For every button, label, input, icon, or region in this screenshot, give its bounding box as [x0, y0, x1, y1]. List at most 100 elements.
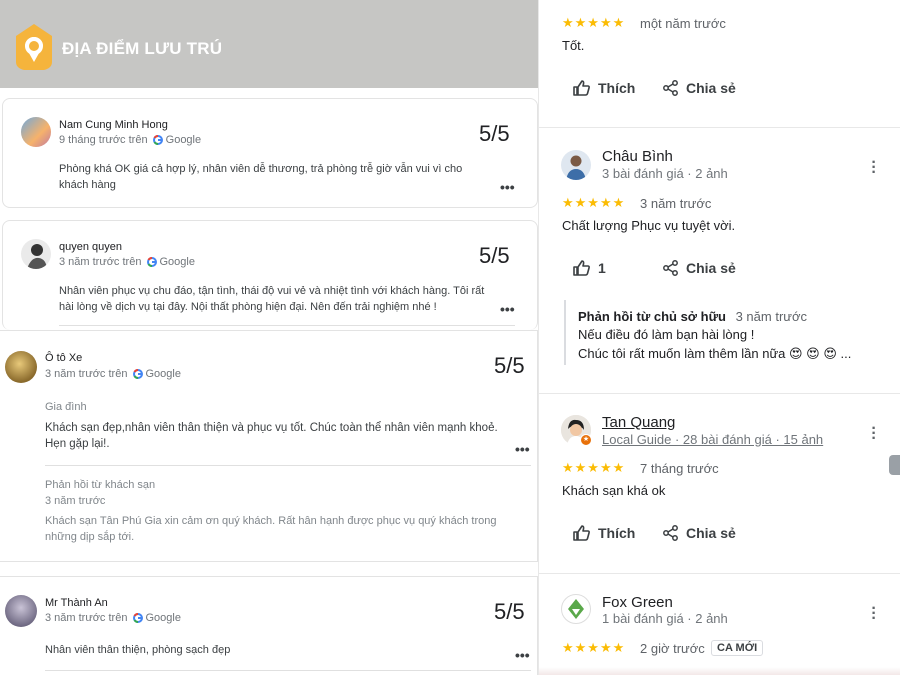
star-rating: ★★★★★ [562, 195, 626, 210]
like-button[interactable]: Thích [573, 525, 635, 541]
review-card: Nam Cung Minh Hong 9 tháng trước trên Go… [2, 98, 538, 208]
review-text: Nhân viên thân thiện, phòng sạch đẹp [45, 644, 231, 656]
review-meta: 3 năm trước trên Google [45, 368, 181, 380]
owner-reply-text: Nếu điều đó làm bạn hài lòng ! [578, 327, 755, 342]
header-bar: ĐỊA ĐIỂM LƯU TRÚ [0, 0, 538, 88]
reviewer-name[interactable]: Tan Quang [602, 414, 675, 431]
reviewer-name[interactable]: Châu Bình [602, 148, 673, 165]
more-options-icon[interactable]: · · · [871, 421, 877, 447]
review-separator [539, 573, 900, 574]
review-text: Khách sạn khá ok [562, 483, 666, 498]
review-text: Khách sạn đẹp,nhân viên thân thiện và ph… [45, 422, 498, 450]
avatar[interactable] [561, 594, 591, 624]
star-rating: ★★★★★ [562, 640, 626, 655]
share-icon [663, 260, 678, 276]
review-score: 5/5 [494, 599, 525, 624]
avatar[interactable] [561, 150, 591, 180]
like-button[interactable]: Thích [573, 80, 635, 96]
review-card: Mr Thành An 3 năm trước trên Google 5/5 … [0, 576, 538, 675]
review-text: Phòng khá OK giá cả hợp lý, nhân viên dễ… [59, 163, 463, 191]
like-label: Thích [598, 525, 636, 541]
google-icon [146, 257, 157, 267]
local-guide-badge-icon: ★ [580, 434, 592, 446]
owner-reply-label: Phản hồi từ khách sạn [45, 479, 156, 491]
share-button[interactable]: Chia sẻ [663, 260, 736, 276]
owner-reply-label: Phản hồi từ chủ sở hữu [578, 309, 726, 324]
review-time: 3 năm trước [640, 196, 712, 211]
card-divider [45, 465, 531, 466]
review-time: 9 tháng trước trên [59, 134, 148, 146]
more-options-icon[interactable]: · · · [871, 155, 877, 181]
star-rating: ★★★★★ [562, 15, 626, 30]
share-label: Chia sẻ [686, 80, 736, 96]
review-meta: 3 năm trước trên Google [59, 256, 195, 268]
review-time: 2 giờ trước [640, 641, 705, 656]
review-time: 3 năm trước trên [45, 368, 128, 380]
like-count: 1 [598, 260, 606, 276]
star-rating: ★★★★★ [562, 460, 626, 475]
review-card: quyen quyen 3 năm trước trên Google 5/5 … [2, 220, 538, 330]
more-options-button[interactable]: ••• [500, 179, 515, 195]
review-source: Google [159, 256, 195, 268]
page-title: ĐỊA ĐIỂM LƯU TRÚ [62, 39, 223, 58]
card-divider [45, 670, 531, 671]
owner-reply-text: Chúc tôi rất muốn làm thêm lần nữa 😍 😍 😍… [578, 346, 852, 361]
like-button[interactable]: 1 [573, 260, 606, 276]
thumbs-up-icon [573, 525, 590, 541]
reviewer-name[interactable]: Mr Thành An [45, 597, 108, 609]
reviewer-name[interactable]: Fox Green [602, 594, 673, 611]
fox-logo-icon [568, 599, 584, 619]
location-pin-logo [16, 24, 52, 70]
left-panel: ĐỊA ĐIỂM LƯU TRÚ Nam Cung Minh Hong 9 th… [0, 0, 538, 675]
reviewer-name[interactable]: Nam Cung Minh Hong [59, 119, 168, 131]
review-card: Ô tô Xe 3 năm trước trên Google 5/5 Gia … [0, 330, 538, 562]
review-score: 5/5 [479, 121, 510, 146]
avatar[interactable] [5, 595, 37, 627]
avatar[interactable] [21, 117, 51, 147]
more-options-button[interactable]: ••• [500, 301, 515, 317]
review-source: Google [165, 134, 202, 146]
thumbs-up-icon [573, 260, 590, 276]
review-source: Google [145, 368, 181, 380]
more-options-button[interactable]: ••• [515, 647, 530, 663]
review-text: Nhân viên phục vụ chu đáo, tận tình, thá… [59, 285, 485, 313]
more-options-icon[interactable]: · · · [871, 601, 877, 627]
reviewer-name[interactable]: Ô tô Xe [45, 352, 82, 364]
like-label: Thích [598, 80, 636, 96]
share-icon [663, 525, 678, 541]
review-time: 7 tháng trước [640, 461, 719, 476]
share-button[interactable]: Chia sẻ [663, 80, 736, 96]
google-icon [132, 369, 143, 379]
share-button[interactable]: Chia sẻ [663, 525, 736, 541]
avatar[interactable] [21, 239, 51, 269]
share-label: Chia sẻ [686, 525, 736, 541]
reviewer-name[interactable]: quyen quyen [59, 241, 122, 253]
person-avatar-icon [27, 244, 47, 269]
bottom-fade [539, 667, 900, 675]
owner-reply-bar [564, 300, 566, 365]
new-badge: CA MỚI [711, 640, 764, 656]
reviewer-meta[interactable]: 1 bài đánh giá · 2 ảnh [602, 611, 728, 626]
person-avatar-icon [566, 155, 586, 180]
reviewer-meta[interactable]: Local Guide · 28 bài đánh giá · 15 ảnh [602, 432, 823, 447]
owner-reply-text: Khách sạn Tân Phú Gia xin cảm ơn quý khá… [45, 515, 497, 543]
trip-type-tag: Gia đình [45, 401, 87, 413]
avatar[interactable] [5, 351, 37, 383]
review-score: 5/5 [479, 243, 510, 268]
more-options-button[interactable]: ••• [515, 441, 530, 457]
thumbs-up-icon [573, 80, 590, 96]
share-icon [663, 80, 678, 96]
scroll-handle[interactable] [889, 455, 900, 475]
right-panel: ★★★★★ một năm trước Tốt. Thích Chia sẻ C… [538, 0, 900, 675]
review-meta: 9 tháng trước trên Google [59, 134, 201, 146]
review-time: 3 năm trước trên [59, 256, 142, 268]
reviewer-meta[interactable]: 3 bài đánh giá · 2 ảnh [602, 166, 728, 181]
owner-reply-time: 3 năm trước [45, 495, 106, 507]
review-text: Tốt. [562, 38, 585, 53]
google-icon [152, 135, 163, 145]
review-time: 3 năm trước trên [45, 612, 128, 624]
review-separator [539, 127, 900, 128]
review-text: Chất lượng Phục vụ tuyệt vời. [562, 218, 736, 233]
review-time: một năm trước [640, 16, 726, 31]
avatar[interactable]: ★ [561, 415, 592, 446]
